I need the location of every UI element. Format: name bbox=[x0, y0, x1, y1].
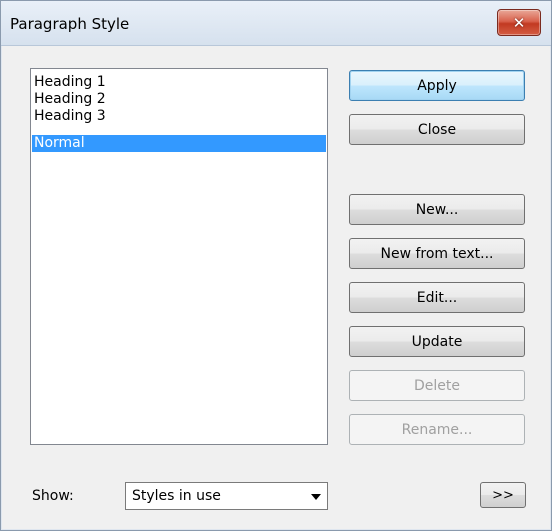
close-icon: ✕ bbox=[512, 13, 526, 32]
apply-button[interactable]: Apply bbox=[349, 70, 525, 101]
paragraph-style-dialog: Paragraph Style ✕ Heading 1 Heading 2 He… bbox=[0, 0, 552, 531]
show-select[interactable]: Styles in use bbox=[125, 482, 328, 510]
new-button[interactable]: New... bbox=[349, 194, 525, 225]
list-item-normal[interactable]: Normal bbox=[32, 135, 326, 152]
close-button[interactable]: Close bbox=[349, 114, 525, 145]
dialog-title: Paragraph Style bbox=[10, 15, 130, 33]
chevron-down-icon[interactable] bbox=[311, 494, 321, 500]
list-item-heading-3[interactable]: Heading 3 bbox=[32, 108, 326, 125]
list-item-heading-1[interactable]: Heading 1 bbox=[32, 74, 326, 91]
edit-button[interactable]: Edit... bbox=[349, 282, 525, 313]
expand-button[interactable]: >> bbox=[480, 482, 526, 508]
rename-button[interactable]: Rename... bbox=[349, 414, 525, 445]
show-select-value: Styles in use bbox=[132, 488, 221, 504]
list-item-heading-2[interactable]: Heading 2 bbox=[32, 91, 326, 108]
new-from-text-button[interactable]: New from text... bbox=[349, 238, 525, 269]
show-label: Show: bbox=[32, 488, 74, 504]
delete-button[interactable]: Delete bbox=[349, 370, 525, 401]
title-bar: Paragraph Style ✕ bbox=[1, 1, 551, 46]
styles-listbox[interactable]: Heading 1 Heading 2 Heading 3 Normal bbox=[30, 68, 328, 445]
update-button[interactable]: Update bbox=[349, 326, 525, 357]
close-window-button[interactable]: ✕ bbox=[497, 9, 541, 36]
